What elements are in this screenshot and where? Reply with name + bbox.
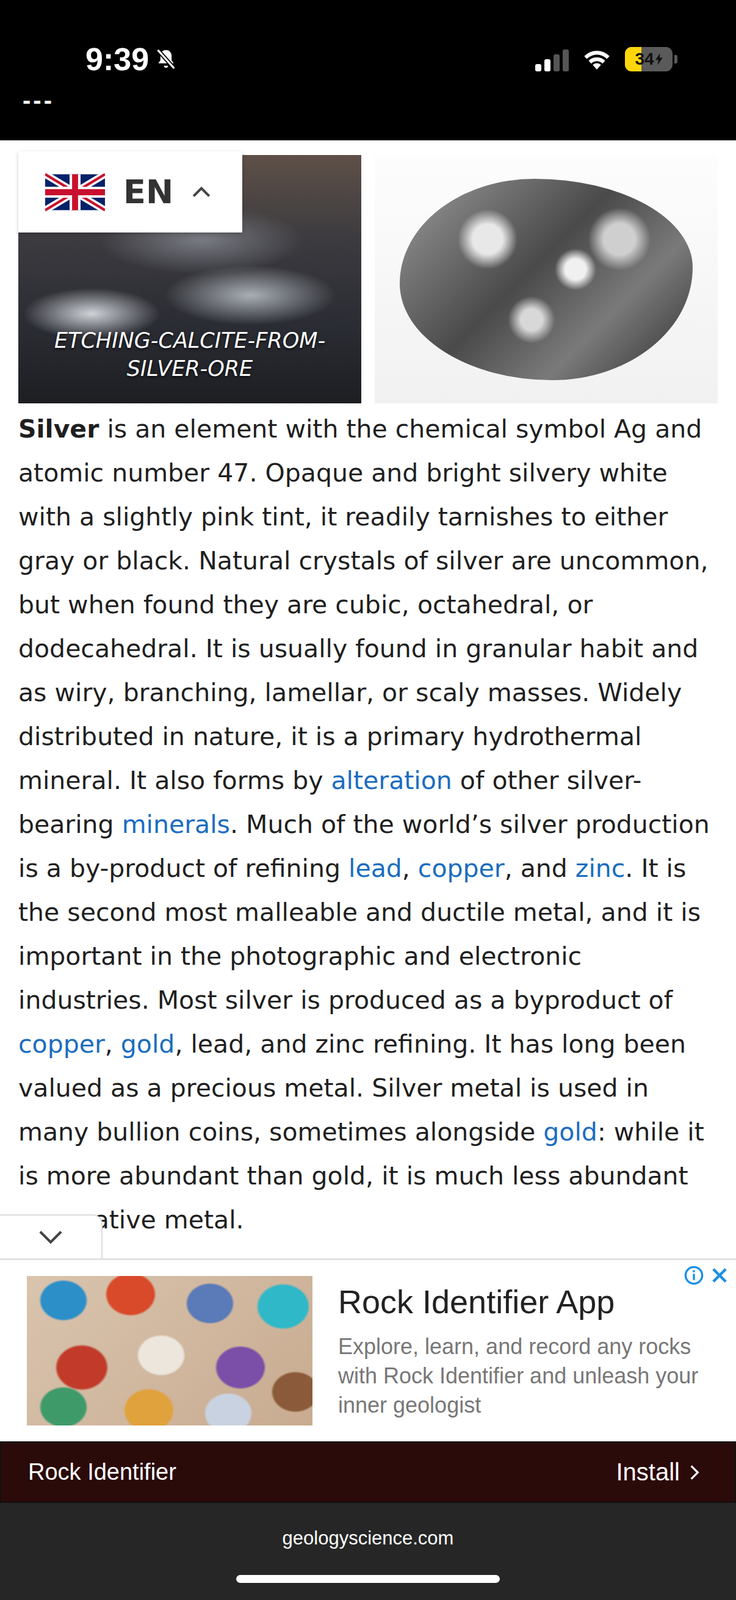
signal-bar bbox=[535, 64, 542, 72]
ad-image bbox=[26, 1276, 313, 1426]
status-row: 9:39 34 bbox=[0, 36, 736, 82]
signal-icon bbox=[535, 46, 569, 72]
article-text: , bbox=[104, 1029, 121, 1059]
article-text: is an element with the chemical symbol A… bbox=[18, 414, 708, 796]
term: Silver bbox=[18, 414, 99, 444]
article-link[interactable]: copper bbox=[418, 853, 505, 884]
crystal-shape bbox=[399, 178, 693, 381]
home-indicator[interactable] bbox=[236, 1575, 500, 1584]
uk-flag-icon bbox=[45, 172, 105, 213]
article-text: , and bbox=[504, 853, 576, 884]
language-selector[interactable]: EN bbox=[18, 151, 243, 233]
chevron-up-icon bbox=[191, 186, 212, 199]
page: 9:39 34 --- ETCHING-CALCITE-FROM-SILVER-ORE… bbox=[0, 0, 736, 1600]
status-icons: 34 bbox=[535, 46, 678, 72]
language-code: EN bbox=[123, 172, 174, 212]
status-bar: 9:39 34 --- bbox=[0, 0, 736, 141]
toolbar-text: --- bbox=[22, 86, 55, 114]
ad-title: Rock Identifier App bbox=[338, 1282, 712, 1322]
chevron-right-icon bbox=[689, 1464, 700, 1482]
article-link[interactable]: copper bbox=[18, 1029, 105, 1059]
article-link[interactable]: gold bbox=[120, 1029, 176, 1059]
signal-bar bbox=[553, 54, 560, 72]
chevron-down-icon bbox=[37, 1229, 64, 1245]
install-button[interactable]: Install bbox=[616, 1458, 700, 1487]
signal-bar bbox=[544, 59, 551, 72]
image-gallery: ETCHING-CALCITE-FROM-SILVER-ORE EN bbox=[0, 155, 736, 404]
article-text: , bbox=[402, 853, 419, 884]
article-link[interactable]: minerals bbox=[122, 809, 231, 840]
silver-photo[interactable] bbox=[374, 155, 718, 404]
ad-action-bar[interactable]: Rock Identifier Install bbox=[0, 1441, 736, 1504]
article-link[interactable]: lead bbox=[348, 853, 403, 884]
article-link[interactable]: alteration bbox=[330, 765, 452, 796]
battery-body: 34 bbox=[624, 46, 673, 72]
ad-banner[interactable]: Rock Identifier App Explore, learn, and r… bbox=[0, 1258, 736, 1442]
ad-description: Explore, learn, and record any rocks wit… bbox=[338, 1332, 712, 1421]
clock: 9:39 bbox=[85, 40, 149, 78]
article-paragraph: Silver is an element with the chemical s… bbox=[18, 407, 719, 1242]
photo-caption: ETCHING-CALCITE-FROM-SILVER-ORE bbox=[49, 326, 331, 383]
article-link[interactable]: zinc bbox=[575, 853, 625, 884]
battery-icon: 34 bbox=[624, 46, 678, 72]
browser-address-bar[interactable]: geologyscience.com bbox=[0, 1503, 736, 1600]
wifi-icon bbox=[580, 47, 613, 71]
article: Silver is an element with the chemical s… bbox=[0, 403, 736, 1259]
install-label: Install bbox=[616, 1458, 681, 1487]
battery-cap bbox=[674, 54, 678, 64]
ad-text: Rock Identifier App Explore, learn, and r… bbox=[338, 1282, 712, 1421]
advertiser-name: Rock Identifier bbox=[28, 1459, 177, 1486]
article-link[interactable]: gold bbox=[543, 1117, 598, 1147]
url-text[interactable]: geologyscience.com bbox=[282, 1527, 455, 1550]
signal-bar bbox=[562, 49, 569, 72]
close-icon[interactable] bbox=[709, 1265, 730, 1286]
battery-percent: 34 bbox=[634, 49, 654, 69]
collapse-tab[interactable] bbox=[0, 1214, 103, 1259]
bolt-icon bbox=[655, 52, 663, 66]
toolbar: --- bbox=[0, 81, 736, 115]
info-icon[interactable] bbox=[683, 1265, 705, 1286]
bell-slash-icon bbox=[153, 46, 179, 72]
ad-choices[interactable] bbox=[683, 1265, 730, 1286]
status-left: 9:39 bbox=[85, 40, 179, 78]
